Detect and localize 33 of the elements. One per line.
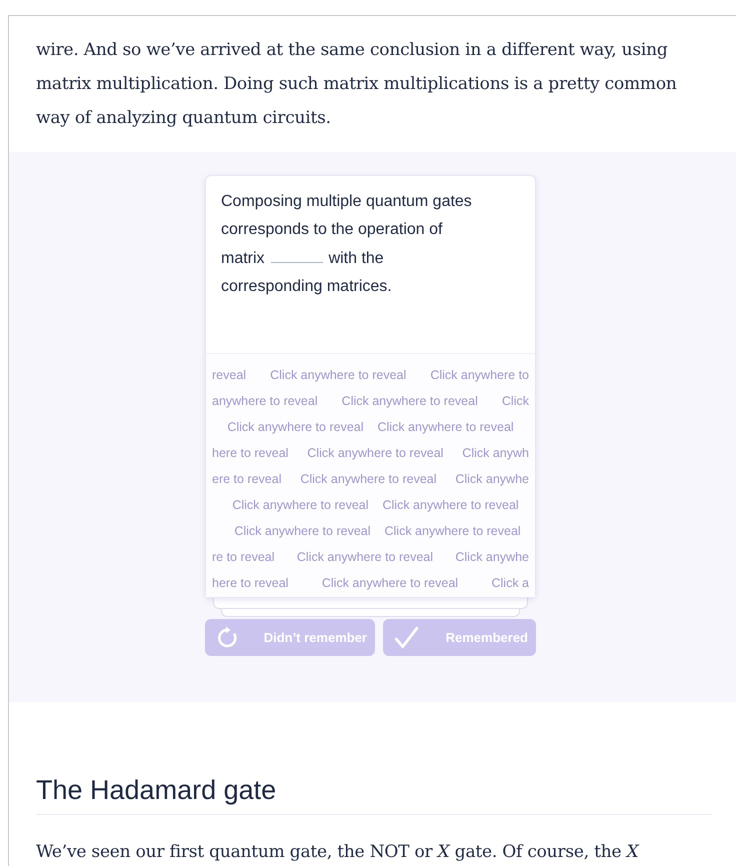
question-text: with the: [328, 249, 384, 269]
reveal-hint[interactable]: Click anywhere to reveal: [342, 394, 478, 408]
reveal-hint[interactable]: Click: [502, 394, 529, 408]
reveal-hint[interactable]: Click anywhe: [455, 472, 529, 486]
reveal-hint[interactable]: Click anywhere to reveal: [270, 368, 406, 382]
reveal-hint[interactable]: Click anywhere to reveal: [296, 550, 434, 564]
checkmark-icon: [393, 624, 419, 650]
reveal-hint[interactable]: Click anywhere to reveal: [232, 498, 368, 512]
reveal-hint[interactable]: Click anywhere to reveal: [234, 524, 370, 538]
flashcard[interactable]: [205, 175, 536, 598]
reveal-hint[interactable]: anywhere to reveal: [212, 394, 318, 408]
reveal-hint[interactable]: Click anywh: [462, 446, 529, 460]
reveal-hint[interactable]: Click anywhere to reveal: [382, 498, 519, 512]
question-text: matrix: [221, 249, 265, 269]
reveal-hint[interactable]: Click anywhe: [455, 550, 529, 564]
reveal-hint[interactable]: here to reveal: [212, 576, 288, 590]
question-text: corresponding matrices.: [221, 277, 393, 297]
reveal-hint[interactable]: here to reveal: [212, 446, 288, 460]
reveal-hint[interactable]: reveal: [212, 368, 246, 382]
reveal-hint[interactable]: re to reveal: [212, 550, 275, 564]
reveal-hint[interactable]: Click anywhere to reveal: [378, 420, 514, 434]
body-paragraph: We’ve seen our first quantum gate, the NOT or X gate. Of course, the X: [35, 841, 640, 864]
body-paragraph: wire. And so we’ve arrived at the same conclusion in a different way, using matrix multiplication. Doing such matrix multiplications is a pretty common way of analyzing quantum circuits.: [35, 39, 678, 130]
reveal-hint[interactable]: Click anywhere to reveal: [384, 524, 521, 538]
reveal-hint[interactable]: Click anywhere to: [430, 368, 529, 382]
reveal-hint[interactable]: ere to reveal: [212, 472, 282, 486]
reveal-hint[interactable]: Click anywhere to reveal: [322, 576, 458, 590]
reveal-hint[interactable]: Click anywhere to reveal: [227, 420, 364, 434]
reveal-hint[interactable]: Click anywhere to reveal: [300, 472, 436, 486]
reveal-area[interactable]: [206, 353, 535, 597]
reveal-hint[interactable]: Click anywhere to reveal: [307, 446, 444, 460]
section-heading: The Hadamard gate: [36, 774, 278, 807]
reveal-hint[interactable]: Click a: [491, 576, 529, 590]
